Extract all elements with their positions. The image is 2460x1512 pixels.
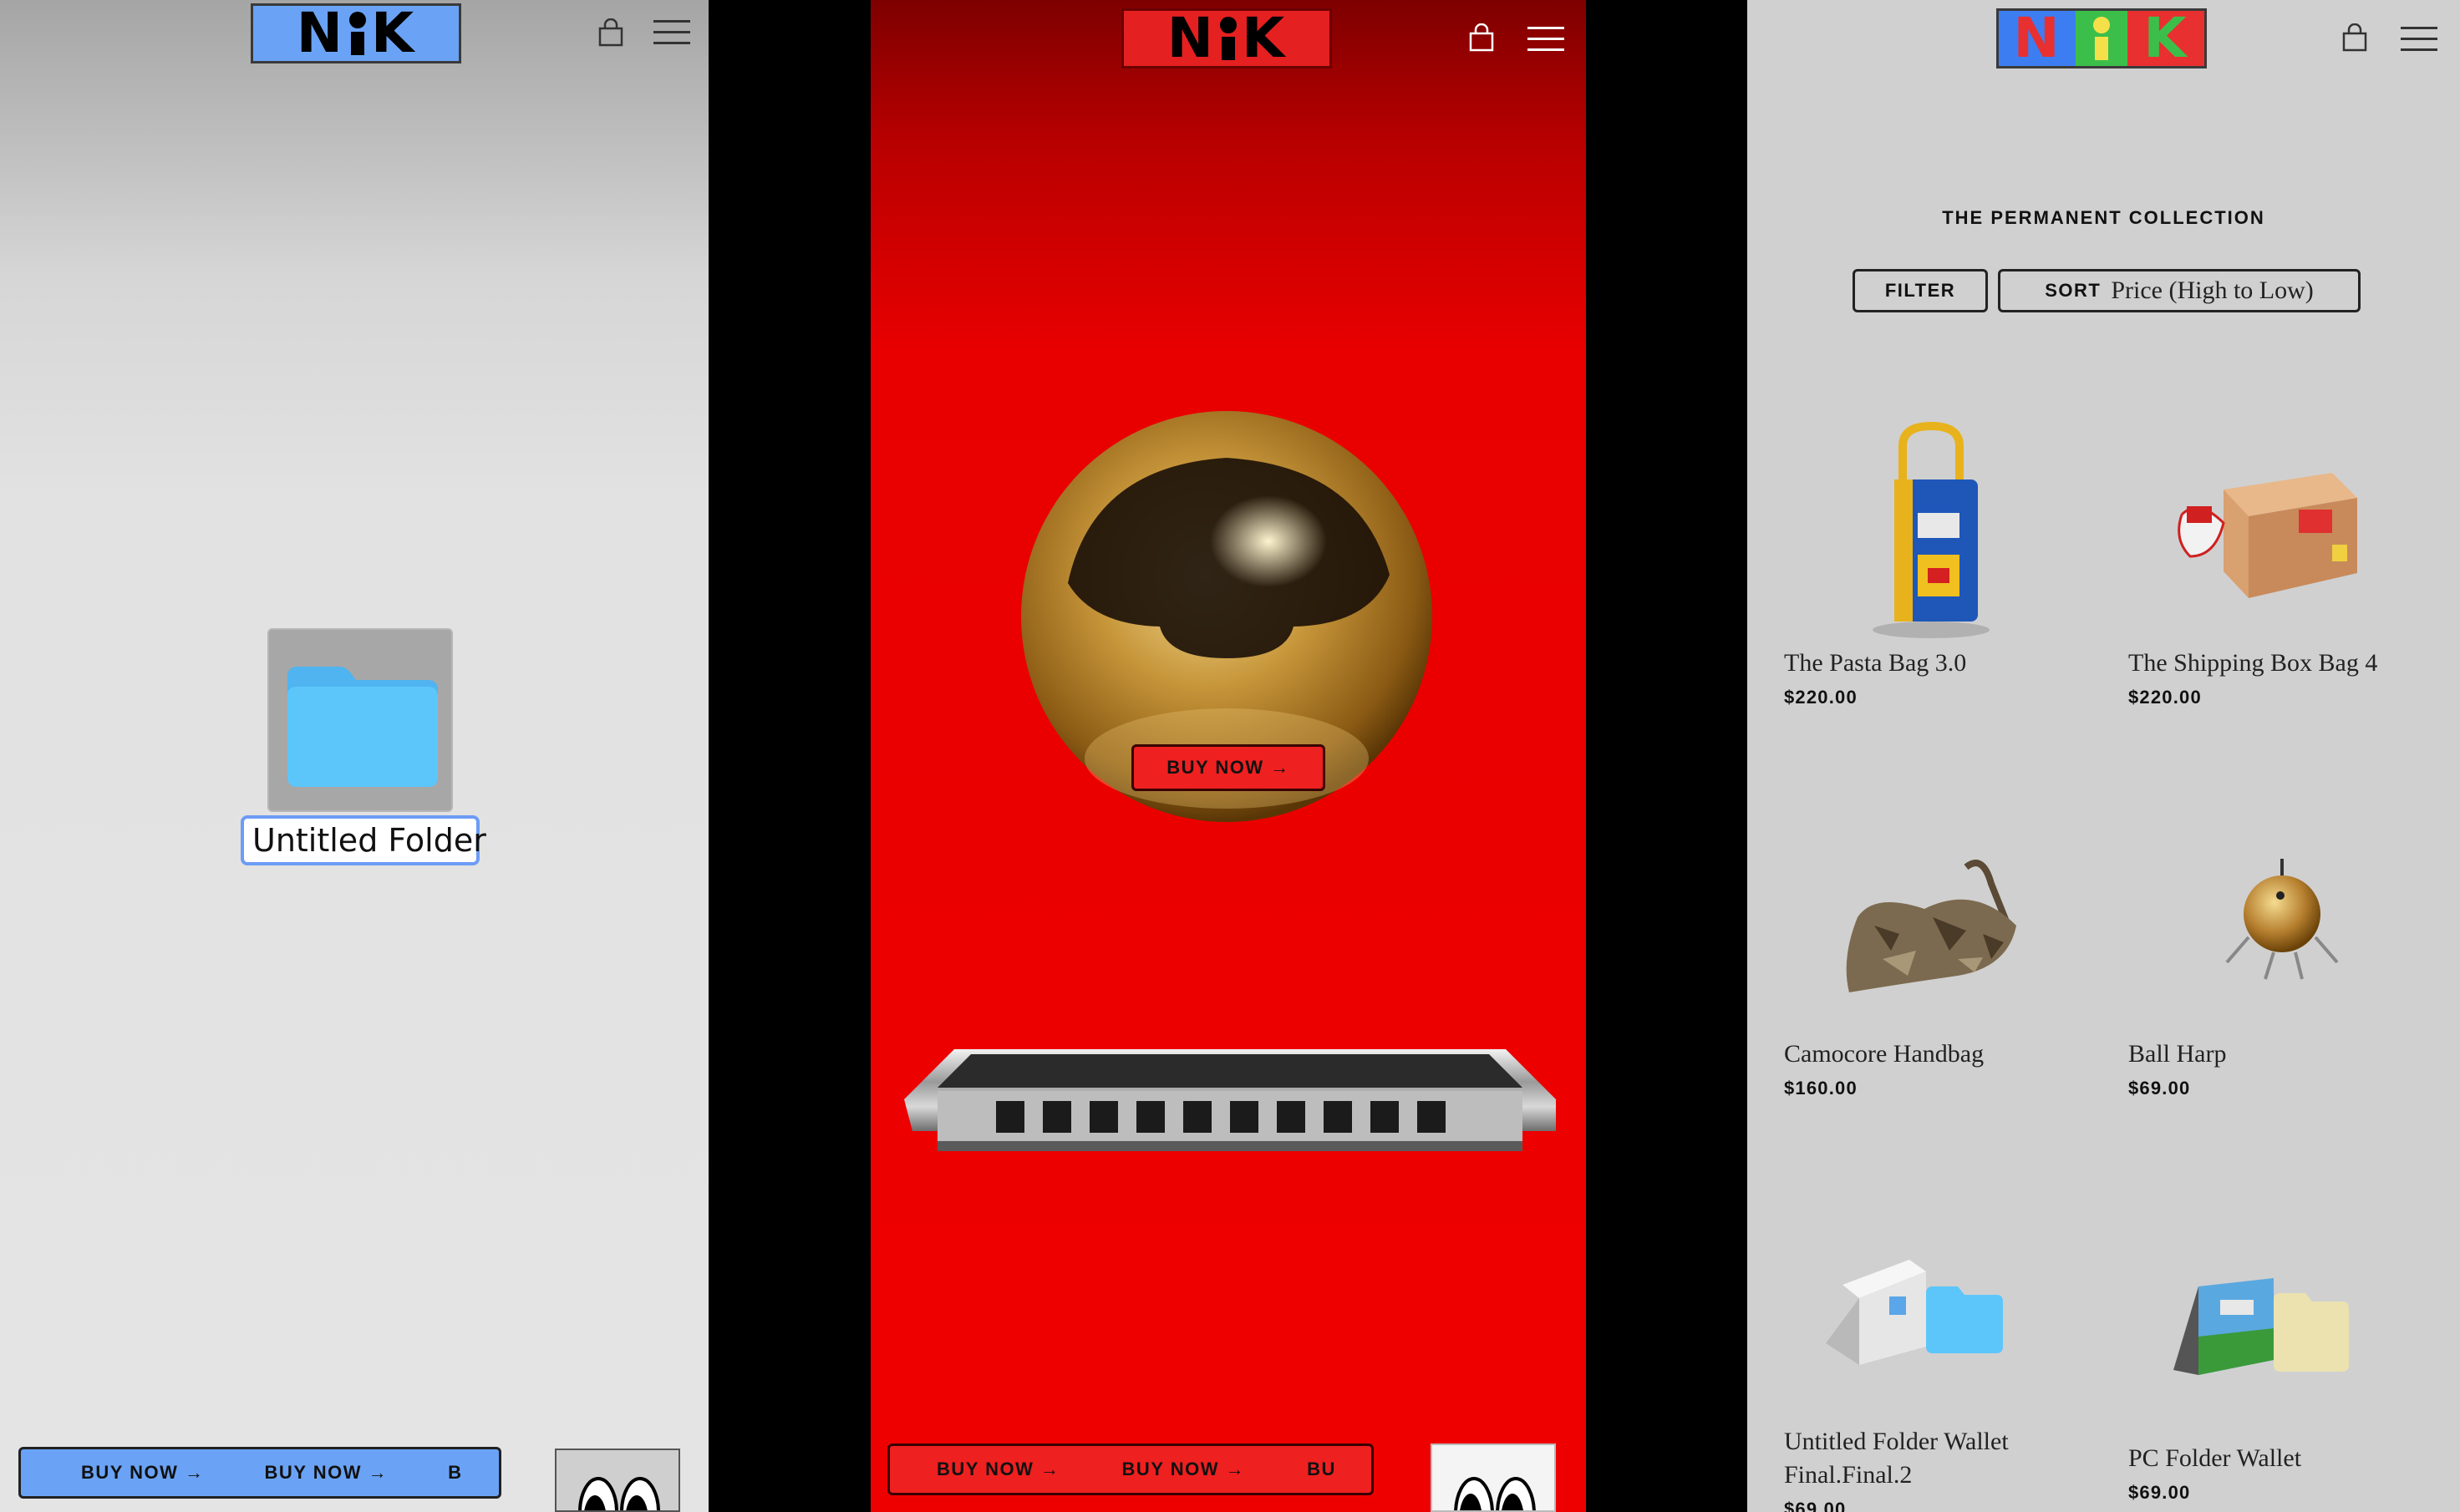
pc-folder-wallet-image bbox=[2173, 1278, 2349, 1375]
black-gutter-right bbox=[1586, 0, 1747, 1512]
eyes-icon[interactable] bbox=[555, 1449, 680, 1512]
logo-i-tile bbox=[2076, 11, 2127, 66]
nik-logo[interactable]: N K bbox=[251, 3, 461, 63]
bag-icon[interactable] bbox=[2342, 23, 2367, 52]
logo-i-glyph bbox=[1220, 17, 1238, 60]
camocore-handbag-image bbox=[1846, 860, 2016, 992]
folder-selection-box[interactable] bbox=[267, 628, 453, 812]
nik-logo[interactable]: N K bbox=[1121, 8, 1332, 68]
left-panel: N K Untitled Folder BUY NOW → BUY NOW → … bbox=[0, 0, 709, 1512]
sort-dropdown[interactable]: SORT Price (High to Low) bbox=[1998, 269, 2361, 312]
menu-icon[interactable] bbox=[653, 20, 690, 45]
buy-now-marquee[interactable]: BUY NOW → BUY NOW → B bbox=[18, 1447, 501, 1499]
black-gutter-left bbox=[709, 0, 871, 1512]
menu-icon[interactable] bbox=[2401, 27, 2437, 52]
harmonica-image bbox=[904, 1049, 1556, 1151]
hero-buy-now-button[interactable]: BUY NOW → bbox=[1131, 744, 1325, 791]
logo-n-tile: N bbox=[1999, 11, 2076, 66]
folder-wallet-image bbox=[1826, 1260, 2003, 1365]
filter-button[interactable]: FILTER bbox=[1853, 269, 1988, 312]
ball-harp-image bbox=[2225, 859, 2339, 980]
folder-icon bbox=[287, 667, 438, 787]
menu-icon[interactable] bbox=[1527, 27, 1564, 52]
folder-name-field[interactable]: Untitled Folder bbox=[241, 815, 486, 865]
bag-icon[interactable] bbox=[598, 18, 623, 47]
eyes-icon[interactable] bbox=[1431, 1444, 1556, 1512]
bag-icon[interactable] bbox=[1469, 23, 1494, 52]
nik-logo[interactable]: N K bbox=[1996, 8, 2207, 68]
collection-title: THE PERMANENT COLLECTION bbox=[1942, 207, 2265, 228]
logo-k-tile: K bbox=[2127, 11, 2204, 66]
right-panel: N K THE PERMANENT COLLECTION FILTER SORT… bbox=[1747, 0, 2460, 1512]
buy-now-marquee[interactable]: BUY NOW → BUY NOW → BU bbox=[887, 1444, 1374, 1495]
center-panel: N K BUY NOW → BUY NOW → BUY NOW → BU bbox=[871, 0, 1586, 1512]
logo-i-glyph bbox=[349, 12, 367, 55]
shipping-box-bag-image bbox=[2178, 473, 2357, 598]
pasta-bag-image bbox=[1873, 421, 1990, 638]
